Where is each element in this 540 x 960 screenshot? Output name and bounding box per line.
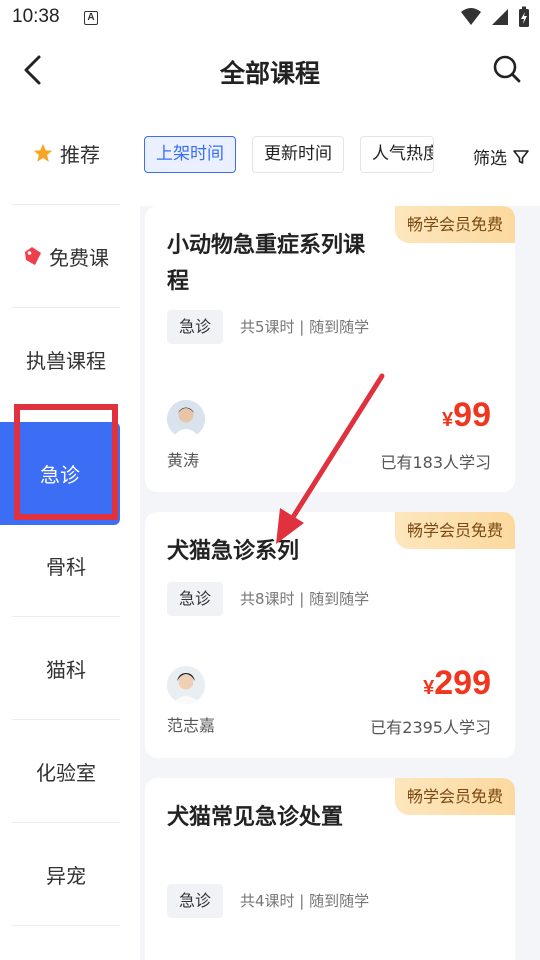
member-free-badge: 畅学会员免费 — [394, 206, 515, 243]
wifi-icon — [461, 8, 481, 25]
sort-chip-update-time[interactable]: 更新时间 — [252, 136, 344, 173]
status-time: 10:38 — [12, 6, 60, 27]
sort-chip-popularity[interactable]: 人气热度 — [360, 136, 434, 173]
filter-label: 筛选 — [473, 149, 507, 169]
tag-icon — [23, 245, 43, 267]
funnel-icon — [513, 149, 529, 164]
course-title: 犬猫急诊系列 — [167, 539, 300, 564]
sidebar-item-feline[interactable]: 猫科 — [12, 617, 120, 720]
course-title: 小动物急重症系列课程 — [167, 233, 366, 294]
sidebar-item-orthopedics[interactable]: 骨科 — [12, 514, 120, 617]
sidebar-item-vet-exam[interactable]: 执兽课程 — [12, 308, 120, 411]
course-title: 犬猫常见急诊处置 — [167, 805, 344, 830]
sidebar-item-emergency[interactable]: 急诊 — [0, 422, 120, 525]
avatar — [167, 666, 205, 704]
course-price: ¥99 — [442, 396, 491, 434]
sort-chip-release-time[interactable]: 上架时间 — [144, 136, 236, 173]
course-tag: 急诊 — [167, 884, 224, 918]
status-icons — [460, 6, 530, 28]
teacher-name: 黄涛 — [167, 451, 200, 470]
search-button[interactable] — [492, 54, 522, 84]
member-free-badge: 畅学会员免费 — [394, 512, 515, 549]
star-icon — [32, 142, 54, 164]
app-header: 全部课程 — [0, 38, 540, 102]
course-list-area: 上架时间 更新时间 人气热度 筛选 畅学会员免费 小动物急重症系列课程 急诊 共… — [140, 102, 540, 960]
sidebar-item-label: 执兽课程 — [26, 349, 106, 373]
course-tag: 急诊 — [167, 582, 224, 616]
search-icon — [493, 55, 521, 83]
learner-count: 已有183人学习 — [380, 453, 491, 472]
sidebar-item-laboratory[interactable]: 化验室 — [12, 720, 120, 823]
category-sidebar: 推荐 免费课 执兽课程 急诊 骨科 猫科 化验室 异宠 — [0, 102, 140, 960]
sidebar-item-free[interactable]: 免费课 — [12, 205, 120, 308]
sidebar-item-label: 急诊 — [40, 463, 80, 487]
course-meta: 共5课时 | 随到随学 — [240, 318, 370, 336]
sidebar-item-recommend[interactable]: 推荐 — [12, 102, 120, 205]
teacher-name: 范志嘉 — [167, 716, 216, 735]
course-card[interactable]: 畅学会员免费 小动物急重症系列课程 急诊 共5课时 | 随到随学 黄涛 ¥99 … — [145, 206, 515, 492]
course-meta: 共8课时 | 随到随学 — [240, 590, 370, 608]
course-card[interactable]: 畅学会员免费 犬猫常见急诊处置 急诊 共4课时 | 随到随学 — [145, 778, 515, 960]
course-tag: 急诊 — [167, 310, 224, 344]
sort-filter-bar: 上架时间 更新时间 人气热度 筛选 — [140, 102, 540, 206]
filter-button[interactable]: 筛选 — [473, 144, 530, 169]
sidebar-item-label: 化验室 — [36, 760, 96, 785]
sidebar-item-label: 骨科 — [46, 554, 86, 579]
sidebar-item-label: 免费课 — [49, 245, 109, 270]
signal-icon — [492, 9, 508, 25]
sidebar-item-exotic[interactable]: 异宠 — [12, 823, 120, 926]
course-card[interactable]: 畅学会员免费 犬猫急诊系列 急诊 共8课时 | 随到随学 范志嘉 ¥299 已有… — [145, 512, 515, 758]
battery-icon — [519, 6, 529, 27]
page-title: 全部课程 — [219, 59, 320, 88]
notification-icon: A — [84, 11, 98, 25]
learner-count: 已有2395人学习 — [370, 718, 491, 737]
course-meta: 共4课时 | 随到随学 — [240, 892, 370, 910]
sidebar-item-label: 猫科 — [46, 657, 86, 682]
sidebar-item-label: 异宠 — [46, 863, 86, 888]
course-price: ¥299 — [423, 664, 491, 702]
member-free-badge: 畅学会员免费 — [394, 778, 515, 815]
avatar — [167, 400, 205, 438]
status-bar: 10:38 A — [0, 0, 540, 38]
sidebar-item-label: 推荐 — [60, 142, 100, 167]
